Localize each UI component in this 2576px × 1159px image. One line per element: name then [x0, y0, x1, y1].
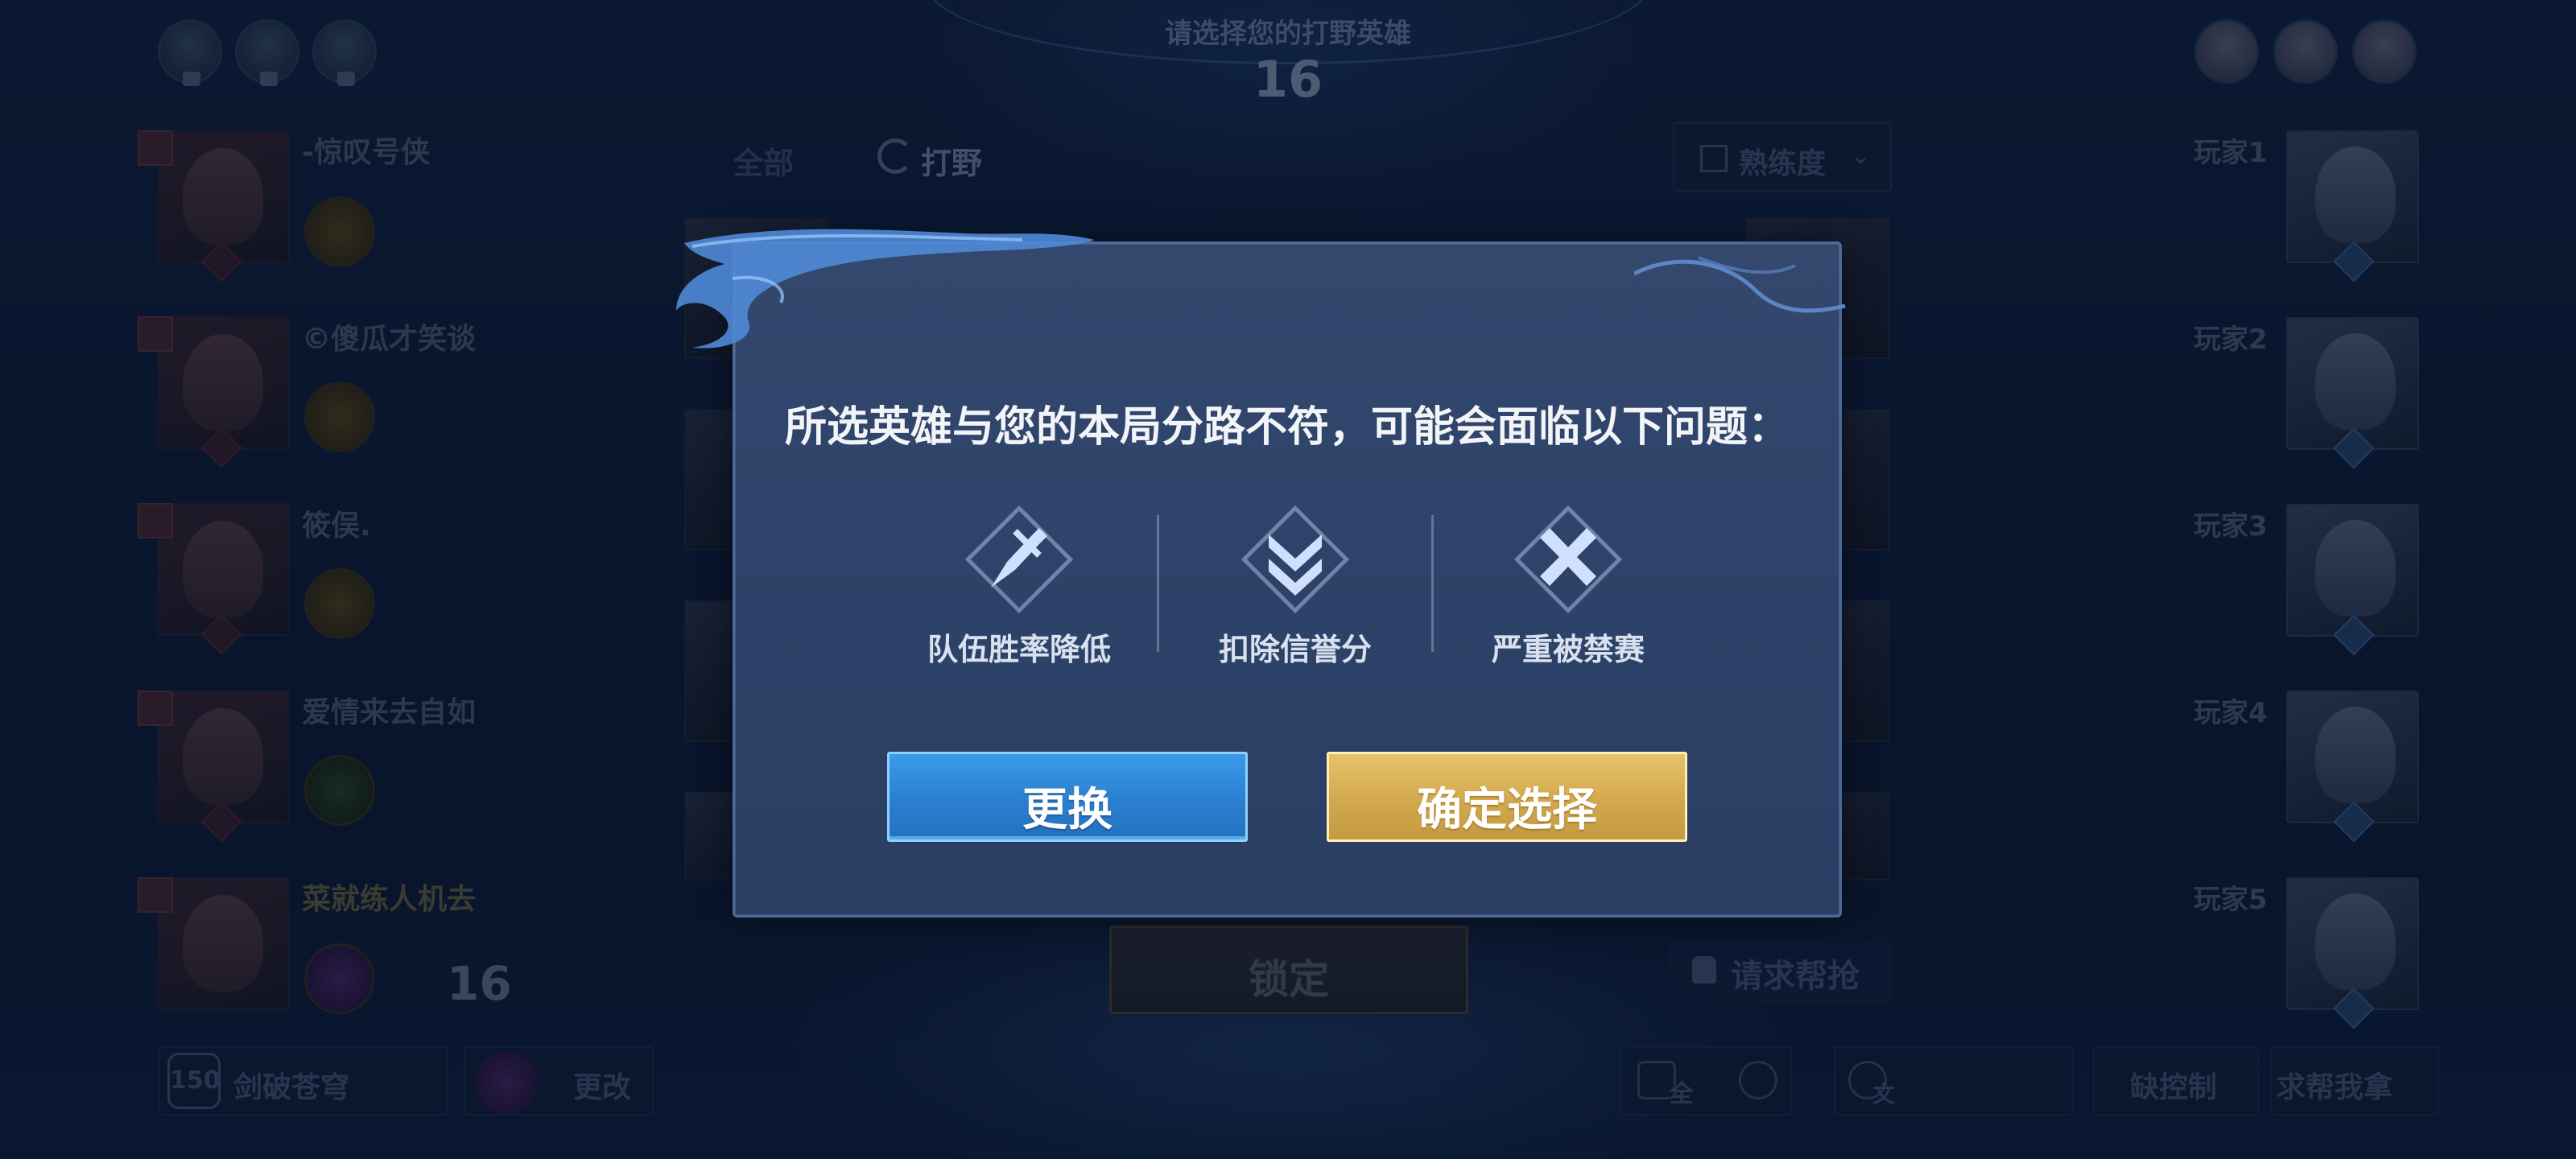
change-button[interactable]: 更换	[887, 752, 1248, 842]
cloud-swirl-decoration	[676, 229, 1095, 349]
hero-select-screen: 请选择您的打野英雄 16 -惊叹号侠 ©傻瓜才笑谈 筱俣. 爱情来去自如 菜就练…	[0, 0, 2576, 1159]
warning-label: 严重被禁赛	[1491, 632, 1645, 667]
cloud-swirl-decoration	[1634, 256, 1846, 313]
dialog-message: 所选英雄与您的本局分路不符，可能会面临以下问题：	[784, 403, 1790, 452]
warning-label: 队伍胜率降低	[927, 632, 1111, 667]
cross-icon	[1513, 505, 1623, 614]
confirm-selection-button[interactable]: 确定选择	[1327, 752, 1687, 842]
change-button-label: 更换	[1022, 784, 1113, 836]
confirm-button-label: 确定选择	[1417, 784, 1597, 836]
warning-label: 扣除信誉分	[1218, 632, 1372, 667]
divider	[1157, 515, 1159, 652]
sword-down-icon	[964, 505, 1074, 614]
divider	[1431, 515, 1434, 652]
double-chevron-down-icon	[1241, 505, 1350, 614]
